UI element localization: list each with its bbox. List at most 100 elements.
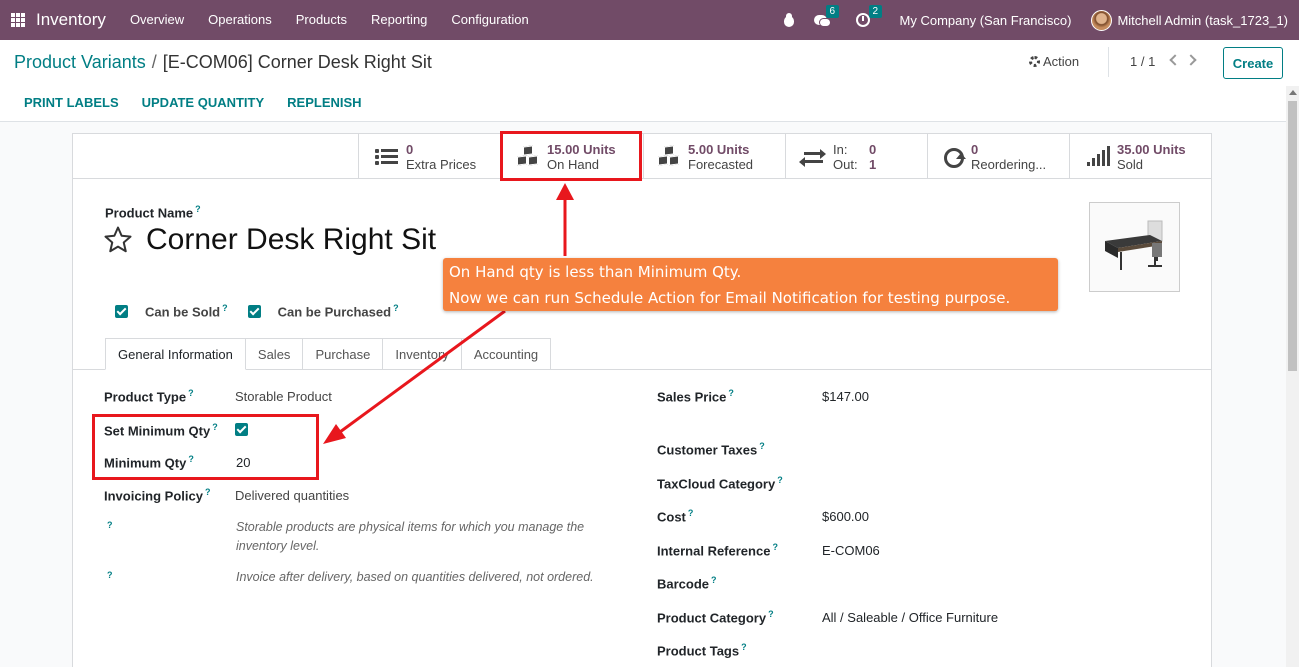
tab-general-information[interactable]: General Information <box>105 338 246 370</box>
can-be-sold-checkbox[interactable] <box>115 304 128 318</box>
user-name: Mitchell Admin (task_1723_1) <box>1117 12 1288 28</box>
breadcrumb-separator: / <box>151 52 157 72</box>
can-be-sold-label: Can be Sold? <box>145 303 228 320</box>
control-panel: Product Variants / [E-COM06] Corner Desk R… <box>0 40 1299 122</box>
main-menu: Overview Operations Products Reporting C… <box>118 0 541 40</box>
product-type-label: Product Type? <box>104 388 194 405</box>
can-be-purchased-checkbox[interactable] <box>247 304 261 318</box>
menu-configuration[interactable]: Configuration <box>439 0 540 40</box>
product-name[interactable]: Corner Desk Right Sit <box>146 223 436 257</box>
top-navbar: Inventory Overview Operations Products R… <box>0 0 1299 40</box>
menu-overview[interactable]: Overview <box>118 0 196 40</box>
page-title: [E-COM06] Corner Desk Right Sit <box>162 52 432 72</box>
sold-value: 35.00 Units <box>1117 141 1186 157</box>
notebook-tabs: General Information Sales Purchase Inven… <box>105 338 552 370</box>
gear-icon <box>1029 56 1040 67</box>
pager-value[interactable]: 1 / 1 <box>1130 54 1155 69</box>
print-labels-button[interactable]: PRINT LABELS <box>24 95 119 110</box>
sales-price-label: Sales Price? <box>657 388 734 405</box>
menu-products[interactable]: Products <box>284 0 359 40</box>
cubes-icon <box>657 144 681 169</box>
invoicing-policy-label: Invoicing Policy? <box>104 487 211 504</box>
apps-grid-icon[interactable] <box>11 13 25 27</box>
list-icon <box>375 145 399 169</box>
extra-prices-value: 0 <box>406 141 414 157</box>
user-menu[interactable]: Mitchell Admin (task_1723_1) <box>1091 9 1288 31</box>
update-quantity-button[interactable]: UPDATE QUANTITY <box>142 95 265 110</box>
breadcrumb: Product Variants / [E-COM06] Corner Desk R… <box>14 52 432 73</box>
navbar-systray: 6 2 My Company (San Francisco) Mitchell … <box>782 0 1299 40</box>
menu-operations[interactable]: Operations <box>196 0 284 40</box>
refresh-icon <box>944 147 966 168</box>
on-hand-highlight-box <box>500 131 642 181</box>
cost-label: Cost? <box>657 508 694 525</box>
scroll-up-arrow-icon[interactable] <box>1289 90 1297 95</box>
internal-reference-value[interactable]: E-COM06 <box>822 543 880 558</box>
sold-label: Sold <box>1117 156 1144 172</box>
sold-button[interactable]: 35.00 Units Sold <box>1069 134 1211 179</box>
signal-bars-icon <box>1086 145 1110 169</box>
activity-clock-icon[interactable]: 2 <box>855 5 883 27</box>
reordering-button[interactable]: 0 Reordering... <box>927 134 1069 179</box>
smart-buttons: 0 Extra Prices 15.00 Units On Hand 5.00 … <box>73 134 1211 179</box>
in-value: 0 <box>869 141 877 157</box>
extra-prices-button[interactable]: 0 Extra Prices <box>358 134 501 179</box>
star-icon[interactable] <box>103 225 133 255</box>
form-action-buttons: PRINT LABELS UPDATE QUANTITY REPLENISH <box>24 95 385 110</box>
invoicing-policy-help: Invoice after delivery, based on quantit… <box>236 570 594 584</box>
app-name[interactable]: Inventory <box>36 10 106 30</box>
action-button[interactable]: Action <box>1029 54 1079 69</box>
product-type-value[interactable]: Storable Product <box>235 389 332 404</box>
tab-sales[interactable]: Sales <box>245 338 304 370</box>
annotation-callout: On Hand qty is less than Minimum Qty. No… <box>443 258 1058 311</box>
breadcrumb-product-variants[interactable]: Product Variants <box>14 52 146 72</box>
help-mark: ? <box>107 570 113 580</box>
product-category-label: Product Category? <box>657 609 774 626</box>
tab-inventory[interactable]: Inventory <box>383 338 462 370</box>
reordering-label: Reordering... <box>971 156 1047 172</box>
taxcloud-category-label: TaxCloud Category? <box>657 475 783 492</box>
in-label: In: <box>833 141 848 157</box>
tab-purchase[interactable]: Purchase <box>303 338 384 370</box>
chevron-right-icon[interactable] <box>1185 54 1197 66</box>
activities-badge: 2 <box>868 5 883 18</box>
bug-icon[interactable] <box>782 13 796 27</box>
out-value: 1 <box>869 156 877 172</box>
company-switcher[interactable]: My Company (San Francisco) <box>900 13 1072 28</box>
messages-badge: 6 <box>825 5 840 18</box>
desk-image-icon <box>1090 203 1179 291</box>
create-button[interactable]: Create <box>1223 47 1283 79</box>
invoicing-policy-value[interactable]: Delivered quantities <box>235 488 349 503</box>
chat-icon[interactable]: 6 <box>813 5 840 27</box>
scrollbar-thumb[interactable] <box>1288 101 1297 371</box>
forecasted-button[interactable]: 5.00 Units Forecasted <box>643 134 785 179</box>
forecasted-label: Forecasted <box>688 156 754 172</box>
callout-line-2: Now we can run Schedule Action for Email… <box>449 289 1011 307</box>
product-tags-label: Product Tags? <box>657 642 747 659</box>
product-type-help: Storable products are physical items for… <box>236 520 585 553</box>
action-label: Action <box>1043 54 1080 69</box>
product-name-label: Product Name? <box>105 204 201 221</box>
can-be-purchased-label: Can be Purchased? <box>277 303 399 320</box>
reordering-value: 0 <box>971 141 979 157</box>
product-image[interactable] <box>1089 202 1180 292</box>
avatar <box>1091 9 1113 31</box>
internal-reference-label: Internal Reference? <box>657 542 778 559</box>
callout-line-1: On Hand qty is less than Minimum Qty. <box>449 263 742 281</box>
out-label: Out: <box>833 156 858 172</box>
replenish-button[interactable]: REPLENISH <box>287 95 361 110</box>
chevron-left-icon[interactable] <box>1169 54 1181 66</box>
sale-purchase-checkboxes: Can be Sold? Can be Purchased? <box>115 303 419 319</box>
in-out-button[interactable]: In: 0 Out: 1 <box>785 134 927 179</box>
exchange-arrows-icon <box>799 145 826 169</box>
minimum-qty-highlight-box <box>92 414 319 480</box>
menu-reporting[interactable]: Reporting <box>359 0 439 40</box>
help-mark: ? <box>107 520 113 530</box>
tab-accounting[interactable]: Accounting <box>461 338 552 370</box>
sales-price-value[interactable]: $147.00 <box>822 389 869 404</box>
extra-prices-label: Extra Prices <box>406 156 477 172</box>
divider <box>1108 47 1109 77</box>
product-category-value[interactable]: All / Saleable / Office Furniture <box>822 610 998 625</box>
forecasted-value: 5.00 Units <box>688 141 750 157</box>
cost-value[interactable]: $600.00 <box>822 509 869 524</box>
